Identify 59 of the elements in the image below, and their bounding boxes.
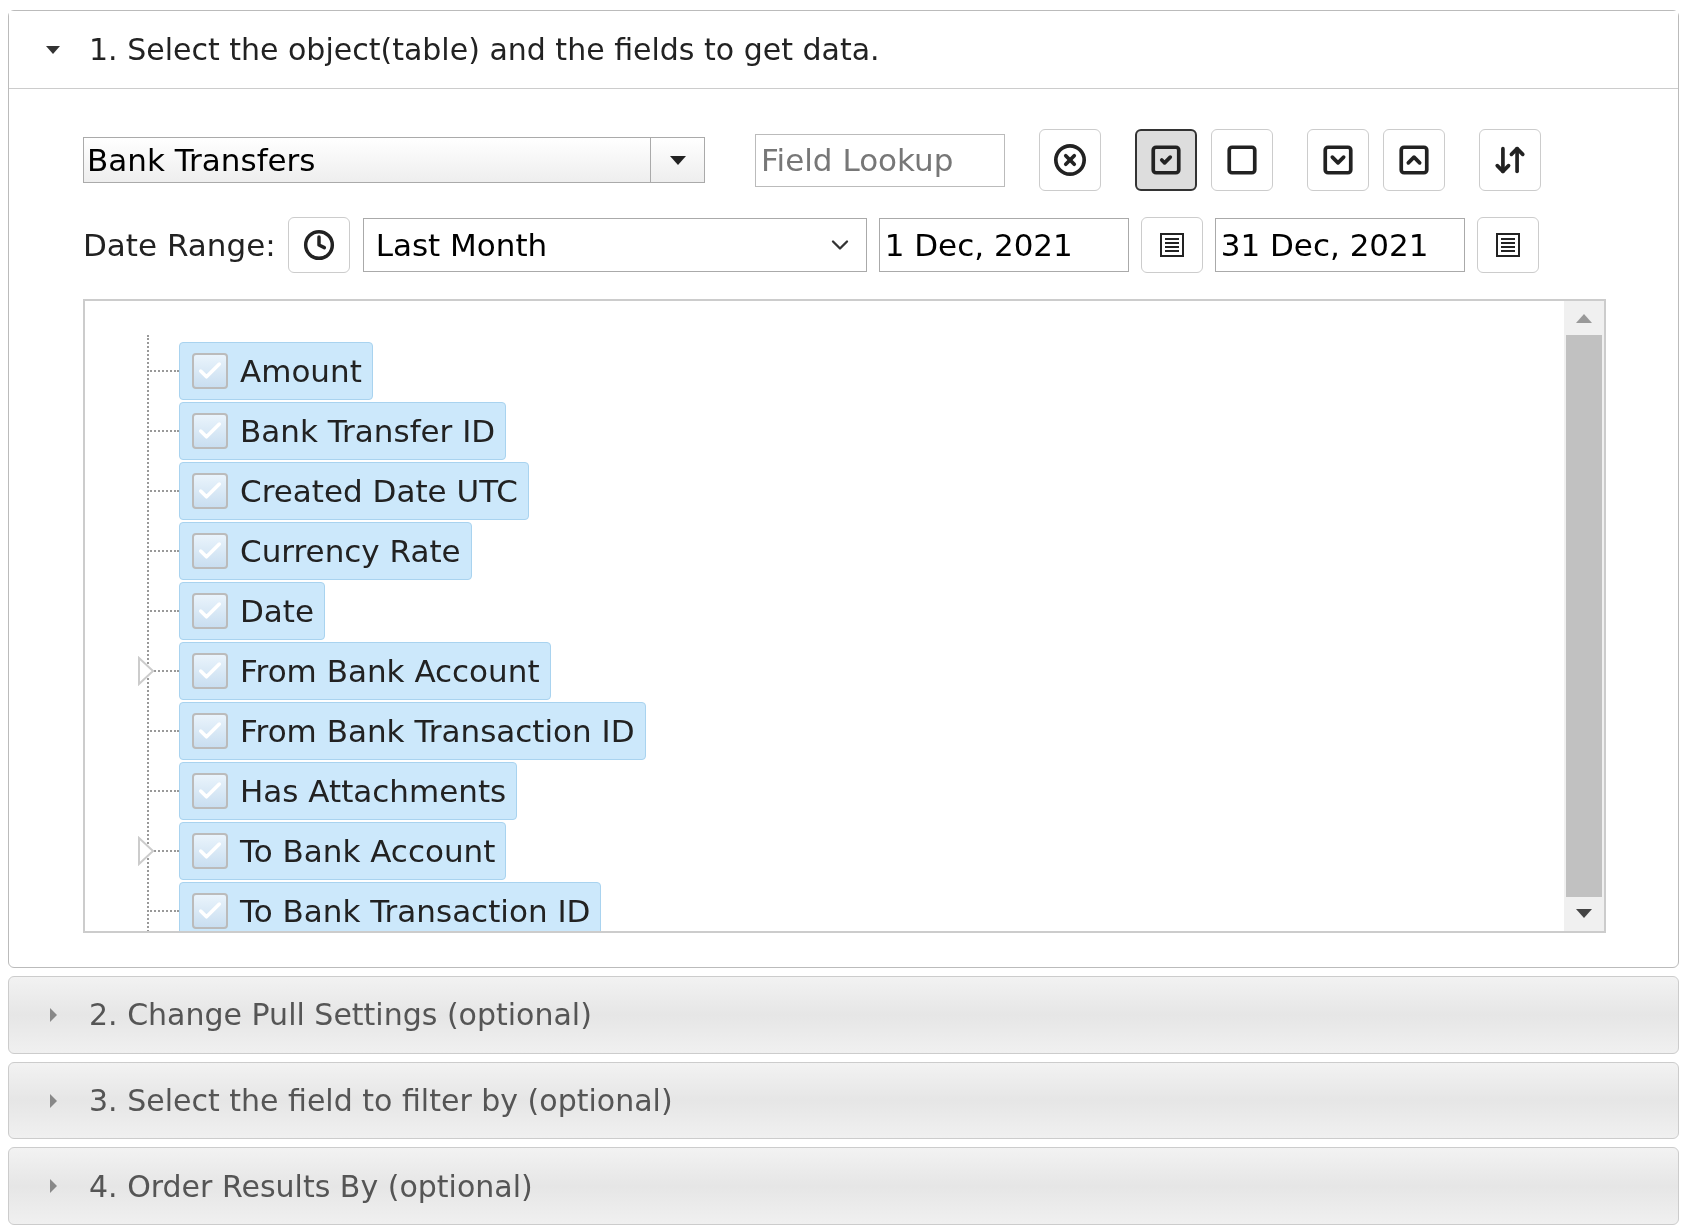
date-to-input[interactable]: 31 Dec, 2021 [1214, 218, 1465, 272]
field-item[interactable]: Currency Rate [179, 522, 472, 580]
field-item[interactable]: To Bank Account [179, 822, 507, 880]
date-from-input[interactable]: 1 Dec, 2021 [878, 218, 1129, 272]
field-label: From Bank Transaction ID [240, 711, 635, 751]
field-item[interactable]: Amount [179, 342, 373, 400]
checkbox[interactable] [192, 353, 228, 389]
expander-icon[interactable] [137, 656, 155, 686]
select-value: Bank Transfers [86, 140, 317, 180]
field-item[interactable]: From Bank Transaction ID [179, 702, 646, 760]
clock-icon [302, 229, 335, 261]
calendar-button[interactable] [1140, 217, 1203, 273]
field-item[interactable]: Date [179, 582, 326, 640]
calendar-icon [1493, 231, 1522, 259]
clear-icon [1053, 143, 1087, 177]
field-label: Created Date UTC [240, 471, 518, 511]
field-label: To Bank Transaction ID [240, 891, 591, 931]
checkbox[interactable] [192, 833, 228, 869]
section-header[interactable]: 4. Order Results By (optional) [8, 1147, 1679, 1225]
field-lookup-input[interactable]: Field Lookup [755, 133, 1005, 187]
date-preset-select[interactable]: Last Month [362, 218, 867, 272]
field-label: Date [240, 591, 315, 631]
expander-icon[interactable] [137, 836, 155, 866]
field-item[interactable]: From Bank Account [179, 642, 551, 700]
scrollbar[interactable] [1564, 301, 1604, 931]
field-label: Bank Transfer ID [240, 411, 496, 451]
field-item[interactable]: Bank Transfer ID [179, 402, 507, 460]
checkbox[interactable] [192, 893, 228, 929]
field-label: To Bank Account [240, 831, 496, 871]
chevron-down-square-icon [1321, 143, 1355, 177]
chevron-up-square-icon [1397, 143, 1431, 177]
field-item[interactable]: Created Date UTC [179, 462, 529, 520]
square-icon [1225, 143, 1259, 177]
checked-square-icon [1149, 143, 1183, 177]
checkbox[interactable] [192, 653, 228, 689]
section-header[interactable]: 2. Change Pull Settings (optional) [8, 976, 1679, 1054]
date-range-label: Date Range: [83, 225, 276, 265]
field-item[interactable]: To Bank Transaction ID [179, 882, 602, 931]
section-header[interactable]: 3. Select the field to filter by (optional) [8, 1061, 1679, 1140]
checkbox[interactable] [192, 533, 228, 569]
section-header[interactable]: 1. Select the object(table) and the fields to get data. [9, 11, 1678, 89]
field-label: Currency Rate [240, 531, 461, 571]
checkbox[interactable] [192, 773, 228, 809]
caret-down-icon [668, 154, 687, 166]
field-item[interactable]: Has Attachments [179, 762, 518, 820]
calendar-button[interactable] [1476, 217, 1539, 273]
checkbox[interactable] [192, 713, 228, 749]
calendar-icon [1157, 231, 1186, 259]
checkbox[interactable] [192, 413, 228, 449]
field-label: From Bank Account [240, 651, 540, 691]
checkbox[interactable] [192, 593, 228, 629]
clock-button[interactable] [287, 217, 350, 273]
object-select[interactable]: Bank Transfers [83, 137, 705, 183]
checkbox[interactable] [192, 473, 228, 509]
toolbar-button[interactable] [1135, 129, 1197, 191]
field-label: Amount [240, 351, 362, 391]
field-label: Has Attachments [240, 771, 507, 811]
scroll-down-icon [1576, 909, 1592, 919]
scroll-up-icon [1576, 313, 1592, 323]
